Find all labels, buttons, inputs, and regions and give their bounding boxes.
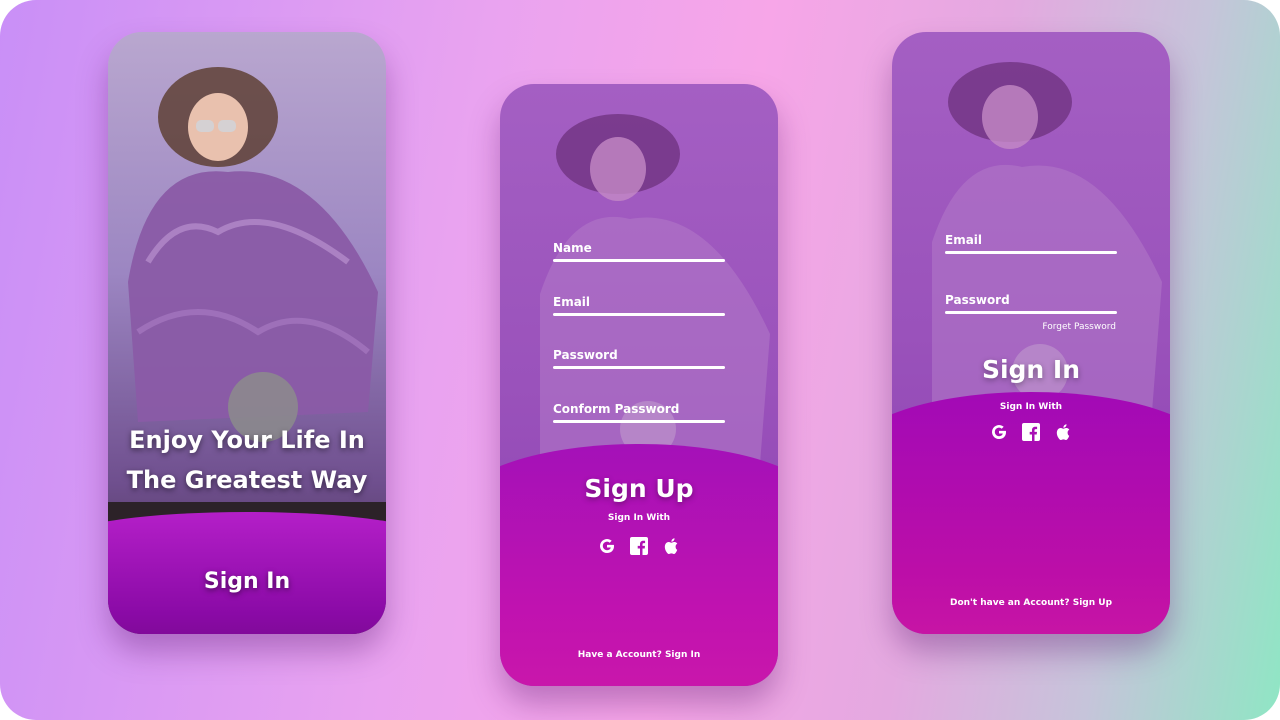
confirm-password-field[interactable]: Conform Password [553, 402, 725, 423]
sign-up-screen: Name Email Password Conform Password Sig… [500, 84, 778, 686]
apple-icon[interactable] [1053, 422, 1073, 442]
password-field[interactable]: Password [553, 348, 725, 369]
forgot-password-link[interactable]: Forget Password [1042, 322, 1116, 332]
name-field[interactable]: Name [553, 241, 725, 262]
name-underline [553, 259, 725, 262]
sign-in-title[interactable]: Sign In [892, 355, 1170, 384]
welcome-screen: Enjoy Your Life In The Greatest Way Sign… [108, 32, 386, 634]
have-account-link[interactable]: Have a Account? Sign In [500, 650, 778, 660]
social-login-row [500, 536, 778, 556]
sign-in-with-label: Sign In With [999, 402, 1063, 412]
name-label: Name [553, 241, 592, 255]
social-login-row [892, 422, 1170, 442]
sign-in-button[interactable]: Sign In [108, 569, 386, 594]
sign-in-with-label: Sign In With [607, 513, 671, 523]
sign-up-title[interactable]: Sign Up [500, 474, 778, 503]
password-underline [553, 366, 725, 369]
facebook-icon[interactable] [629, 536, 649, 556]
password-underline [945, 311, 1117, 314]
email-underline [945, 251, 1117, 254]
google-icon[interactable] [989, 422, 1009, 442]
email-label: Email [945, 233, 983, 247]
sign-in-screen: Email Password Forget Password Sign In S… [892, 32, 1170, 634]
background-canvas: Enjoy Your Life In The Greatest Way Sign… [0, 0, 1280, 720]
no-account-link[interactable]: Don't have an Account? Sign Up [892, 598, 1170, 608]
confirm-password-underline [553, 420, 725, 423]
tagline: Enjoy Your Life In The Greatest Way [108, 420, 386, 500]
email-field[interactable]: Email [945, 233, 1117, 254]
google-icon[interactable] [597, 536, 617, 556]
email-label: Email [553, 295, 591, 309]
tagline-line-2: The Greatest Way [126, 466, 368, 494]
facebook-icon[interactable] [1021, 422, 1041, 442]
tagline-line-1: Enjoy Your Life In [129, 426, 365, 454]
email-field[interactable]: Email [553, 295, 725, 316]
apple-icon[interactable] [661, 536, 681, 556]
email-underline [553, 313, 725, 316]
password-label: Password [553, 348, 618, 362]
password-field[interactable]: Password [945, 293, 1117, 314]
password-label: Password [945, 293, 1010, 307]
confirm-password-label: Conform Password [553, 402, 680, 416]
